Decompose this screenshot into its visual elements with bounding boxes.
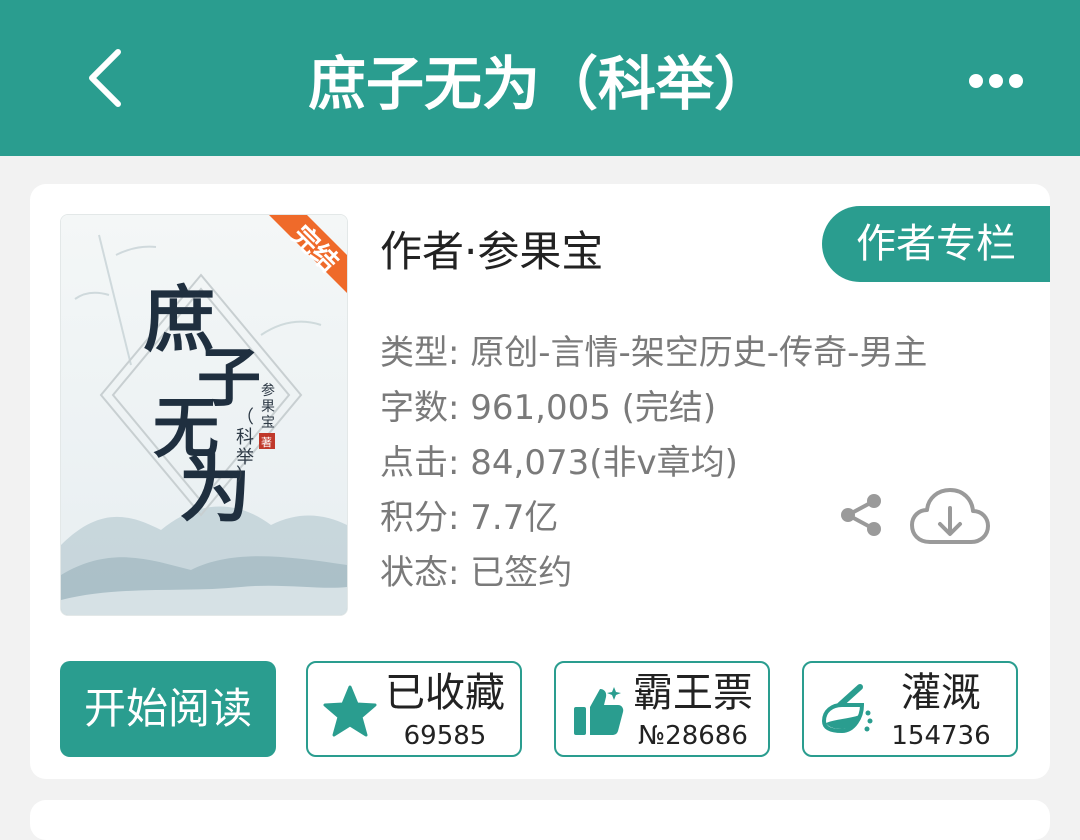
page-title: 庶子无为（科举） — [307, 50, 772, 118]
word-count-row: 字数: 961,005 (完结) — [380, 388, 717, 428]
author-name[interactable]: 作者·参果宝 — [380, 224, 603, 280]
collect-button[interactable]: 已收藏 69585 — [306, 661, 522, 757]
book-meta-list: 类型: 原创-言情-架空历史-传奇-男主 字数: 961,005 (完结) 点击… — [380, 326, 927, 601]
collect-count: 69585 — [403, 721, 487, 751]
header-bar: 庶子无为（科举） — [0, 0, 1080, 156]
vote-button[interactable]: 霸王票 №28686 — [554, 661, 770, 757]
more-dots-icon[interactable] — [966, 66, 1026, 96]
clicks-row: 点击: 84,073(非v章均) — [380, 443, 738, 483]
svg-text:参: 参 — [261, 382, 275, 399]
author-column-button[interactable]: 作者专栏 — [822, 206, 1050, 282]
book-cover[interactable]: 庶 子 无 为 参 果 宝 著 （ 科 举 ） 完结 — [60, 214, 348, 616]
svg-text:科: 科 — [236, 427, 254, 448]
thumbs-up-icon — [574, 687, 624, 735]
book-info-card: 庶 子 无 为 参 果 宝 著 （ 科 举 ） 完结 作者·参果宝 作者专栏 类… — [30, 184, 1050, 779]
nutrient-label: 灌溉 — [901, 670, 981, 716]
star-icon — [323, 685, 377, 737]
svg-text:（: （ — [236, 407, 254, 428]
vote-label: 霸王票 — [633, 670, 753, 716]
share-icon[interactable] — [836, 490, 886, 540]
status-row: 状态: 已签约 — [380, 553, 573, 593]
nutrient-count: 154736 — [891, 721, 991, 751]
svg-text:）: ） — [236, 465, 254, 486]
vote-count: №28686 — [638, 721, 748, 751]
start-reading-button[interactable]: 开始阅读 — [60, 661, 276, 757]
next-section-card — [30, 800, 1050, 840]
svg-text:果: 果 — [261, 399, 275, 415]
cloud-download-icon[interactable] — [908, 484, 992, 550]
cover-art: 庶 子 无 为 参 果 宝 著 （ 科 举 ） 完结 — [61, 215, 347, 615]
svg-text:宝: 宝 — [261, 415, 275, 431]
genre-row: 类型: 原创-言情-架空历史-传奇-男主 — [380, 333, 928, 373]
collect-label: 已收藏 — [385, 670, 505, 716]
nutrient-button[interactable]: 灌溉 154736 — [802, 661, 1018, 757]
watering-flask-icon — [821, 684, 873, 734]
svg-text:著: 著 — [261, 435, 272, 449]
